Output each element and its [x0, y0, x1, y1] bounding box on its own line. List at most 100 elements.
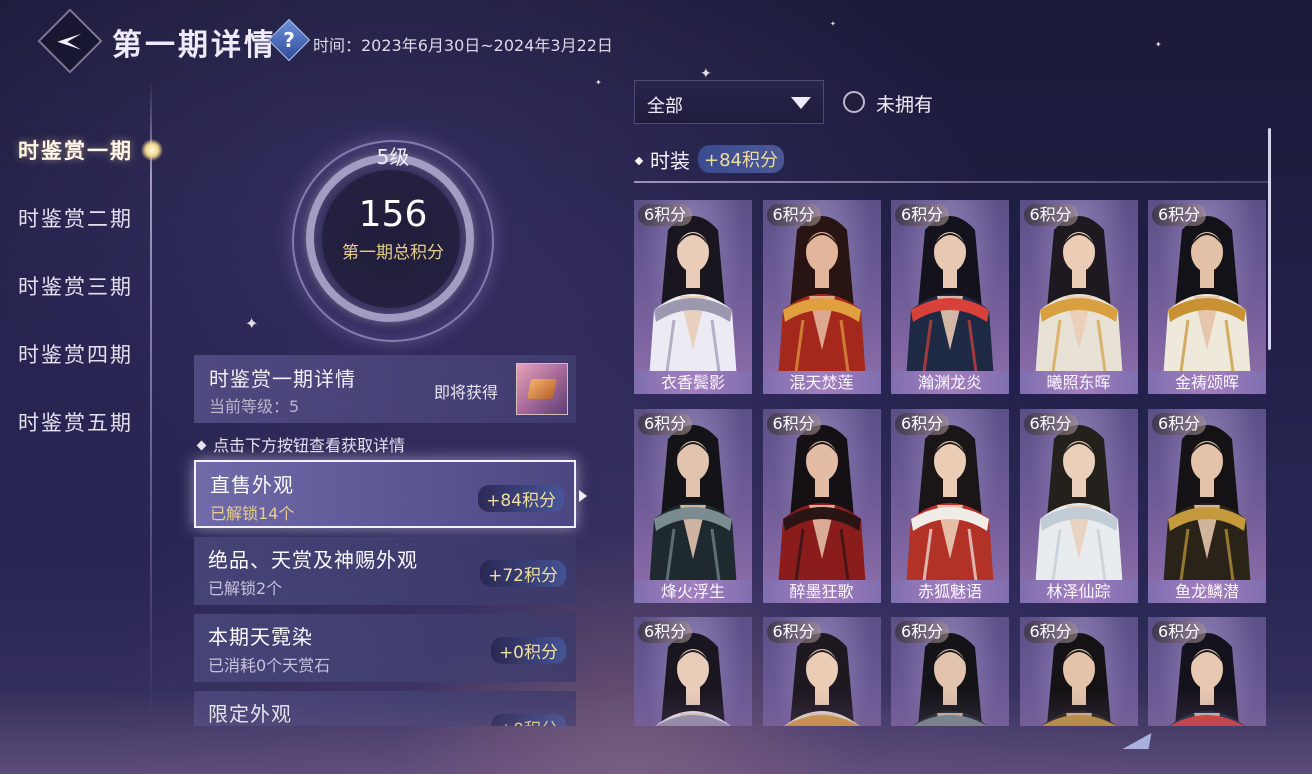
outfit-points: 6积分 [638, 412, 693, 435]
outfit-points: 6积分 [1152, 204, 1207, 226]
hint-text: 点击下方按钮查看获取详情 [196, 432, 405, 456]
not-owned-label[interactable]: 未拥有 [876, 90, 933, 117]
sparkle-icon: ✦ [595, 78, 602, 87]
outfit-points: 6积分 [895, 412, 950, 435]
sidebar-divider [150, 80, 152, 720]
sidebar-item-period-2[interactable]: 时鉴赏二期 [18, 203, 133, 233]
outfit-name: 瀚渊龙炎 [891, 371, 1009, 394]
outfit-name: 鱼龙鳞潜 [1148, 579, 1266, 603]
filter-dropdown[interactable]: 全部 [634, 80, 824, 124]
category-points: +72积分 [480, 560, 566, 587]
outfit-points: 6积分 [1023, 621, 1078, 643]
category-points: +0积分 [490, 714, 566, 726]
outfit-card[interactable]: 6积分混天焚莲 [762, 200, 881, 394]
category-dye[interactable]: 本期天霓染 已消耗0个天赏石 +0积分 [194, 614, 576, 682]
outfit-points: 6积分 [895, 204, 950, 226]
level-ring: 5级 156 第一期总积分 [292, 140, 494, 342]
scrollbar[interactable] [1268, 128, 1271, 350]
section-title: 时装 [634, 145, 690, 174]
outfit-name: 林泽仙踪 [1019, 579, 1138, 603]
outfit-card[interactable]: 6积分 [1148, 617, 1266, 726]
outfit-grid: 6积分 衣香鬓影 6积分 混天焚莲 6积分 瀚渊龙炎 6积分 曦照东晖 6积分 金祷颂晖 6积分 烽火… [634, 200, 1268, 726]
chevron-down-icon [791, 97, 811, 109]
current-level: 当前等级：5 [209, 397, 300, 416]
outfit-name: 烽火浮生 [634, 579, 752, 603]
category-title: 本期天霓染 [208, 625, 313, 649]
outfit-points: 6积分 [638, 204, 693, 226]
sidebar-item-period-5[interactable]: 时鉴赏五期 [18, 407, 133, 437]
back-button[interactable] [37, 8, 103, 74]
outfit-card[interactable]: 6积分 [634, 617, 752, 726]
category-points: +84积分 [478, 485, 564, 512]
outfit-card[interactable]: 6积分林泽仙踪 [1019, 408, 1138, 603]
period-detail-panel: 时鉴赏一期详情 当前等级：5 即将获得 [194, 355, 576, 423]
character-portrait [648, 424, 738, 603]
character-portrait [1033, 424, 1124, 603]
upcoming-reward-label: 即将获得 [434, 383, 499, 402]
character-portrait [648, 216, 738, 394]
total-score: 156 [358, 194, 428, 235]
character-portrait [776, 424, 867, 603]
outfit-card[interactable]: 6积分 [762, 617, 881, 726]
sparkle-icon: ✦ [245, 314, 259, 333]
sparkle-icon: ✦ [1155, 40, 1162, 49]
outfit-name: 曦照东晖 [1019, 371, 1138, 394]
outfit-points: 6积分 [1152, 412, 1207, 435]
back-arrow-icon [57, 33, 82, 50]
outfit-points: 6积分 [895, 621, 950, 643]
page-title: 第一期详情 [112, 28, 277, 63]
outfit-card[interactable]: 6积分 [1019, 617, 1138, 726]
sidebar-item-period-3[interactable]: 时鉴赏三期 [18, 271, 133, 301]
outfit-card[interactable]: 6积分曦照东晖 [1019, 200, 1138, 394]
sidebar-item-period-4[interactable]: 时鉴赏四期 [18, 339, 133, 369]
outfit-card[interactable]: 6积分 [891, 617, 1009, 726]
category-direct-sale[interactable]: 直售外观 已解锁14个 +84积分 [194, 460, 576, 528]
outfit-card[interactable]: 6积分烽火浮生 [634, 408, 752, 603]
outfit-points: 6积分 [766, 412, 821, 435]
character-portrait [1162, 424, 1252, 603]
outfit-points: 6积分 [1023, 412, 1078, 435]
outfit-card[interactable]: 6积分瀚渊龙炎 [891, 200, 1009, 394]
character-portrait [905, 424, 995, 603]
corner-decoration-icon [1122, 733, 1152, 749]
character-portrait [905, 216, 995, 394]
outfit-card[interactable]: 6积分赤狐魅语 [891, 408, 1009, 603]
outfit-name: 赤狐魅语 [891, 579, 1009, 603]
category-title: 直售外观 [210, 473, 294, 497]
level-text: 5级 [376, 145, 410, 169]
outfit-points: 6积分 [766, 204, 821, 226]
category-subtitle: 已解锁2个 [208, 579, 283, 598]
section-points: +84积分 [698, 145, 784, 173]
detail-title: 时鉴赏一期详情 [209, 367, 356, 391]
not-owned-toggle[interactable] [843, 91, 865, 113]
category-subtitle: 已消耗0个天赏石 [208, 656, 331, 675]
outfit-name: 衣香鬓影 [634, 371, 752, 394]
character-portrait [776, 216, 867, 394]
outfit-points: 6积分 [1023, 204, 1078, 226]
outfit-card[interactable]: 6积分衣香鬓影 [634, 200, 752, 394]
category-premium[interactable]: 绝品、天赏及神赐外观 已解锁2个 +72积分 [194, 537, 576, 605]
outfit-card[interactable]: 6积分金祷颂晖 [1148, 200, 1266, 394]
category-title: 绝品、天赏及神赐外观 [208, 548, 418, 572]
dropdown-value: 全部 [647, 96, 683, 117]
category-title: 限定外观 [208, 702, 292, 726]
character-portrait [1033, 216, 1124, 394]
category-subtitle: 已解锁14个 [210, 504, 295, 523]
outfit-name: 金祷颂晖 [1148, 371, 1266, 394]
sidebar-item-period-1[interactable]: 时鉴赏一期 [18, 135, 133, 165]
outfit-points: 6积分 [766, 621, 821, 643]
outfit-points: 6积分 [638, 621, 693, 643]
outfit-name: 混天焚莲 [762, 371, 881, 394]
upcoming-reward-item-icon[interactable] [516, 363, 568, 415]
character-portrait [1162, 216, 1252, 394]
outfit-card[interactable]: 6积分 醉墨狂歌 [762, 408, 881, 603]
active-marker-icon [141, 139, 163, 161]
sparkle-icon: ✦ [830, 20, 836, 28]
category-limited[interactable]: 限定外观 +0积分 [194, 691, 576, 726]
period-time: 时间：2023年6月30日~2024年3月22日 [313, 36, 613, 55]
active-pointer-icon [579, 490, 587, 502]
total-score-label: 第一期总积分 [342, 243, 444, 263]
section-divider [634, 181, 1268, 183]
outfit-card[interactable]: 6积分鱼龙鳞潜 [1148, 408, 1266, 603]
outfit-points: 6积分 [1152, 621, 1207, 643]
